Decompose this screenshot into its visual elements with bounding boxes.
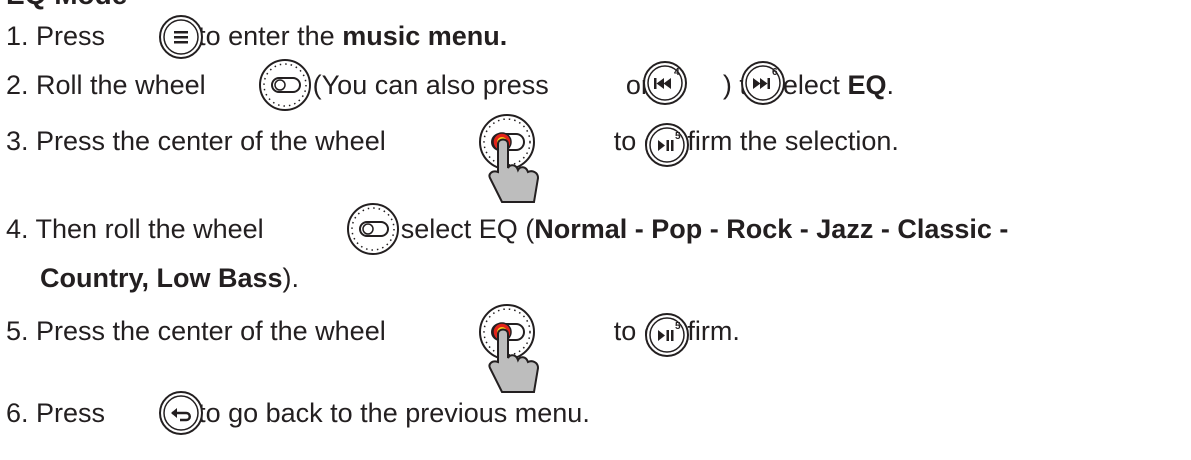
play-pause-icon: 5 xyxy=(645,123,689,167)
step-6: 6. Press to go back to the previous menu… xyxy=(6,396,590,430)
step-1-number: 1. Press xyxy=(6,21,106,51)
play-pause-icon: 5 xyxy=(645,313,689,357)
menu-icon xyxy=(159,15,203,59)
step-4-number: 4. Then roll the wheel xyxy=(6,214,264,244)
step-4: 4. Then roll the wheel to select EQ (Nor… xyxy=(6,212,1008,246)
step-1-bold: music menu. xyxy=(342,21,508,51)
step-1-text: to enter the xyxy=(198,21,335,51)
press-center-wheel-button[interactable] xyxy=(474,112,546,212)
next-key-number: 6 xyxy=(772,67,778,78)
menu-button[interactable] xyxy=(158,14,204,60)
step-3-number: 3. Press the center of the wheel xyxy=(6,126,386,156)
step-1: 1. Press to enter the music menu. xyxy=(6,19,507,53)
step-6-text: to go back to the previous menu. xyxy=(198,398,590,428)
scroll-wheel-icon xyxy=(347,203,399,255)
previous-track-button[interactable]: 4 xyxy=(642,60,688,106)
previous-track-icon: 4 xyxy=(643,61,687,105)
step-4-bold-b: Country, Low Bass xyxy=(40,263,283,293)
play-pause-button[interactable]: 5 xyxy=(644,312,690,358)
step-5: 5. Press the center of the wheel or to c… xyxy=(6,314,740,348)
step-4-text-b: ). xyxy=(282,263,300,293)
step-2-number: 2. Roll the wheel xyxy=(6,70,206,100)
previous-key-number: 4 xyxy=(674,67,680,78)
step-2-period: . xyxy=(886,70,894,100)
play-pause-key-number: 5 xyxy=(675,131,681,142)
next-track-icon: 6 xyxy=(741,61,785,105)
step-4-continued: Country, Low Bass). xyxy=(40,261,299,295)
press-center-wheel-button[interactable] xyxy=(474,302,546,402)
back-arrow-icon xyxy=(159,391,203,435)
step-2-text-a: (You can also press xyxy=(312,70,549,100)
next-track-button[interactable]: 6 xyxy=(740,60,786,106)
play-pause-key-number: 5 xyxy=(675,321,681,332)
back-button[interactable] xyxy=(158,390,204,436)
scroll-wheel-icon xyxy=(259,59,311,111)
step-2-bold: EQ xyxy=(847,70,887,100)
press-center-wheel-icon xyxy=(479,304,540,393)
scroll-wheel-button[interactable] xyxy=(258,58,312,112)
step-3: 3. Press the center of the wheel or to c… xyxy=(6,124,899,158)
play-pause-button[interactable]: 5 xyxy=(644,122,690,168)
scroll-wheel-button[interactable] xyxy=(346,202,400,256)
step-4-bold-a: Normal - Pop - Rock - Jazz - Classic - xyxy=(534,214,1009,244)
press-center-wheel-icon xyxy=(479,114,540,203)
section-heading: EQ Mode xyxy=(6,0,127,10)
step-6-number: 6. Press xyxy=(6,398,106,428)
step-5-number: 5. Press the center of the wheel xyxy=(6,316,386,346)
